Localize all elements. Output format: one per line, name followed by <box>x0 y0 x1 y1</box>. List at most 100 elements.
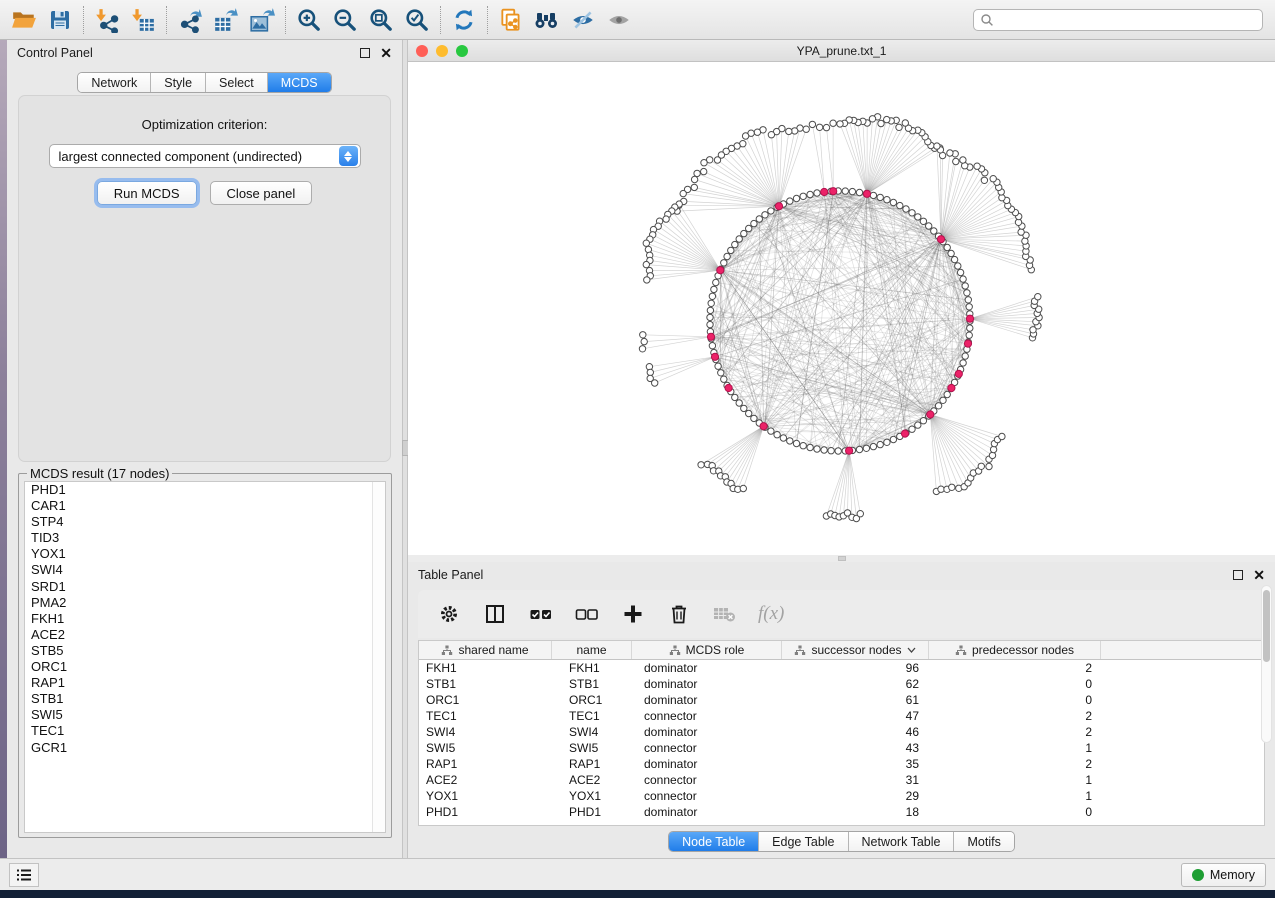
cell-successor-nodes[interactable]: 46 <box>782 724 929 740</box>
mcds-result-item[interactable]: ORC1 <box>25 659 385 675</box>
cell-name[interactable]: SWI5 <box>552 740 632 756</box>
table-row[interactable]: YOX1YOX1connector291 <box>419 788 1264 804</box>
column-header-predecessor-nodes[interactable]: predecessor nodes <box>929 641 1101 659</box>
cell-shared-name[interactable]: RAP1 <box>419 756 552 772</box>
cell-mcds-role[interactable]: dominator <box>632 660 782 676</box>
cell-mcds-role[interactable]: dominator <box>632 804 782 820</box>
cell-name[interactable]: FKH1 <box>552 660 632 676</box>
tab-mcds[interactable]: MCDS <box>268 73 331 92</box>
cell-shared-name[interactable]: FKH1 <box>419 660 552 676</box>
cell-mcds-role[interactable]: connector <box>632 788 782 804</box>
cell-mcds-role[interactable]: dominator <box>632 756 782 772</box>
search-field[interactable] <box>973 9 1263 31</box>
cell-name[interactable]: SWI4 <box>552 724 632 740</box>
memory-button[interactable]: Memory <box>1181 863 1266 887</box>
cell-shared-name[interactable]: ACE2 <box>419 772 552 788</box>
splitter-handle[interactable] <box>838 556 846 561</box>
function-builder-button[interactable]: f(x) <box>758 603 784 625</box>
add-column-button[interactable] <box>620 601 646 627</box>
table-scrollbar-thumb[interactable] <box>1263 590 1270 662</box>
table-row[interactable]: TEC1TEC1connector472 <box>419 708 1264 724</box>
cell-name[interactable]: ACE2 <box>552 772 632 788</box>
cell-mcds-role[interactable]: connector <box>632 772 782 788</box>
zoom-out-button[interactable] <box>327 3 363 37</box>
mcds-result-item[interactable]: SWI4 <box>25 562 385 578</box>
cell-mcds-role[interactable]: dominator <box>632 692 782 708</box>
close-panel-icon[interactable]: ✕ <box>1253 570 1265 580</box>
float-panel-icon[interactable] <box>1233 570 1243 580</box>
cell-predecessor-nodes[interactable]: 0 <box>929 804 1101 820</box>
cell-name[interactable]: PHD1 <box>552 804 632 820</box>
hide-selected-button[interactable] <box>565 3 601 37</box>
table-row[interactable]: RAP1RAP1dominator352 <box>419 756 1264 772</box>
tab-motifs[interactable]: Motifs <box>954 832 1013 851</box>
cell-predecessor-nodes[interactable]: 2 <box>929 724 1101 740</box>
column-header-name[interactable]: name <box>552 641 632 659</box>
deselect-all-button[interactable] <box>574 601 600 627</box>
column-visibility-button[interactable] <box>482 601 508 627</box>
table-options-gear-button[interactable] <box>436 601 462 627</box>
table-scrollbar-track[interactable] <box>1261 585 1272 743</box>
new-network-from-selection-button[interactable] <box>493 3 529 37</box>
export-network-button[interactable] <box>172 3 208 37</box>
mcds-result-item[interactable]: SRD1 <box>25 579 385 595</box>
list-scrollbar-track[interactable] <box>372 482 385 832</box>
run-mcds-button[interactable]: Run MCDS <box>97 181 197 205</box>
column-header-successor-nodes[interactable]: successor nodes <box>782 641 929 659</box>
criterion-dropdown[interactable]: largest connected component (undirected) <box>49 144 361 168</box>
tab-node-table[interactable]: Node Table <box>669 832 759 851</box>
import-table-button[interactable] <box>125 3 161 37</box>
cell-name[interactable]: RAP1 <box>552 756 632 772</box>
open-file-button[interactable] <box>6 3 42 37</box>
mcds-result-item[interactable]: YOX1 <box>25 546 385 562</box>
cell-name[interactable]: TEC1 <box>552 708 632 724</box>
close-panel-button[interactable]: Close panel <box>210 181 313 205</box>
cell-successor-nodes[interactable]: 18 <box>782 804 929 820</box>
mcds-result-item[interactable]: RAP1 <box>25 675 385 691</box>
mcds-result-item[interactable]: FKH1 <box>25 611 385 627</box>
cell-shared-name[interactable]: YOX1 <box>419 788 552 804</box>
column-header-MCDS-role[interactable]: MCDS role <box>632 641 782 659</box>
tab-select[interactable]: Select <box>206 73 268 92</box>
mcds-result-item[interactable]: STB1 <box>25 691 385 707</box>
show-all-button[interactable] <box>601 3 637 37</box>
cell-successor-nodes[interactable]: 96 <box>782 660 929 676</box>
edge-layer[interactable] <box>643 117 1040 519</box>
mcds-result-item[interactable]: TID3 <box>25 530 385 546</box>
cell-mcds-role[interactable]: connector <box>632 708 782 724</box>
zoom-in-button[interactable] <box>291 3 327 37</box>
search-input[interactable] <box>994 13 1256 27</box>
cell-successor-nodes[interactable]: 62 <box>782 676 929 692</box>
cell-predecessor-nodes[interactable]: 2 <box>929 708 1101 724</box>
cell-successor-nodes[interactable]: 61 <box>782 692 929 708</box>
cell-mcds-role[interactable]: dominator <box>632 724 782 740</box>
zoom-fit-button[interactable] <box>363 3 399 37</box>
mcds-result-item[interactable]: STB5 <box>25 643 385 659</box>
mcds-result-item[interactable]: TEC1 <box>25 723 385 739</box>
cell-name[interactable]: YOX1 <box>552 788 632 804</box>
cell-successor-nodes[interactable]: 47 <box>782 708 929 724</box>
cell-name[interactable]: STB1 <box>552 676 632 692</box>
mcds-result-item[interactable]: STP4 <box>25 514 385 530</box>
horizontal-splitter[interactable] <box>408 555 1275 562</box>
cell-successor-nodes[interactable]: 35 <box>782 756 929 772</box>
cell-shared-name[interactable]: SWI5 <box>419 740 552 756</box>
cell-successor-nodes[interactable]: 43 <box>782 740 929 756</box>
mcds-result-item[interactable]: CAR1 <box>25 498 385 514</box>
mcds-result-item[interactable]: GCR1 <box>25 740 385 756</box>
mcds-result-list[interactable]: PHD1CAR1STP4TID3YOX1SWI4SRD1PMA2FKH1ACE2… <box>24 481 386 833</box>
cell-shared-name[interactable]: ORC1 <box>419 692 552 708</box>
import-network-button[interactable] <box>89 3 125 37</box>
cell-successor-nodes[interactable]: 31 <box>782 772 929 788</box>
table-row[interactable]: SWI4SWI4dominator462 <box>419 724 1264 740</box>
export-image-button[interactable] <box>244 3 280 37</box>
cell-predecessor-nodes[interactable]: 1 <box>929 740 1101 756</box>
delete-table-button[interactable] <box>712 601 738 627</box>
tab-edge-table[interactable]: Edge Table <box>759 832 848 851</box>
cell-successor-nodes[interactable]: 29 <box>782 788 929 804</box>
table-row[interactable]: PHD1PHD1dominator180 <box>419 804 1264 820</box>
select-all-button[interactable] <box>528 601 554 627</box>
float-panel-icon[interactable] <box>360 48 370 58</box>
mcds-result-item[interactable]: PMA2 <box>25 595 385 611</box>
mcds-result-item[interactable]: PHD1 <box>25 482 385 498</box>
